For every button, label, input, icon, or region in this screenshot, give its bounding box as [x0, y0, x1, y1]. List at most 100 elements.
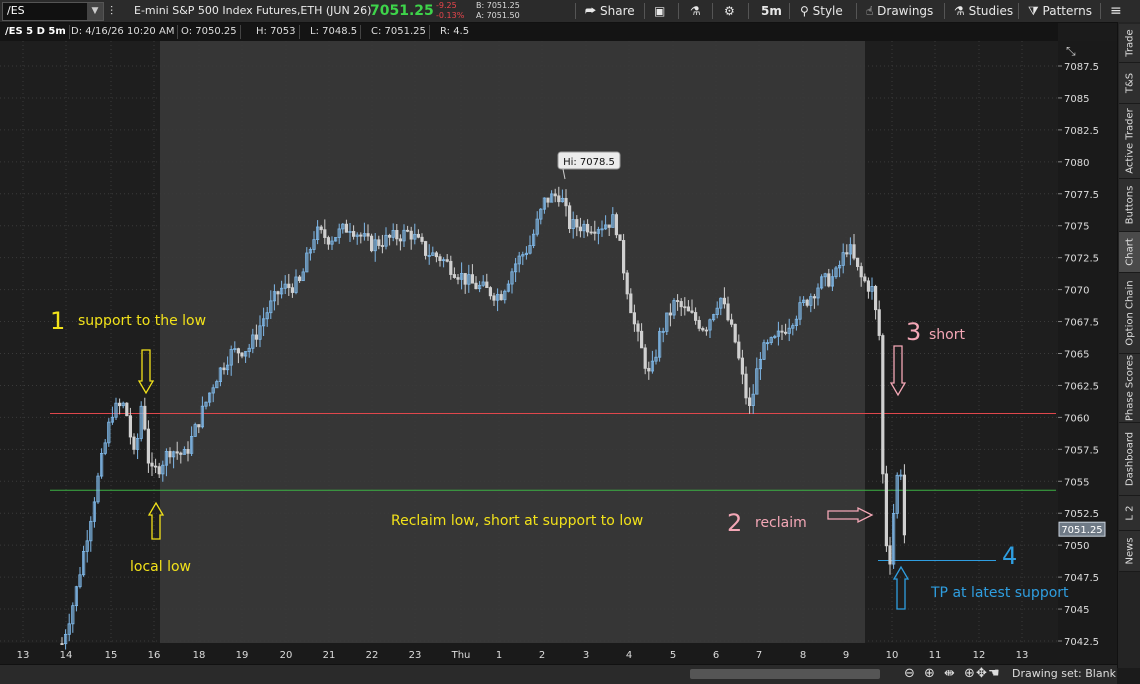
- right-tab-panel: Trade T&S Active Trader Buttons Chart Option …: [1117, 22, 1140, 668]
- candle-body: [287, 283, 291, 289]
- tab-l-2[interactable]: L 2: [1119, 496, 1140, 531]
- horizontal-scrollbar[interactable]: [690, 669, 880, 679]
- studies-button[interactable]: ⚗ Studies: [954, 0, 1013, 22]
- annotation-3-number: 3: [906, 318, 921, 346]
- share-icon: ⮫: [585, 4, 597, 18]
- price-chart[interactable]: 7087.5 7085 7082.5 7080 7077.5 7075 7072.5 7070…: [0, 41, 1117, 664]
- info-range: R: 4.5: [440, 26, 470, 37]
- info-high: H: 7053: [253, 25, 300, 39]
- x-tick-label: 22: [366, 650, 379, 661]
- tab-option-chain[interactable]: Option Chain: [1119, 273, 1140, 354]
- candle-body: [647, 367, 651, 372]
- link-icon[interactable]: ⫶: [110, 0, 113, 22]
- dropdown-arrow-icon[interactable]: ▼: [87, 3, 103, 20]
- candle-body: [881, 335, 885, 475]
- x-tick-label: 4: [626, 650, 632, 661]
- x-tick-label: 10: [886, 650, 899, 661]
- candle-body: [197, 424, 201, 428]
- candle-body: [290, 287, 295, 293]
- hand-icon[interactable]: ☚: [988, 666, 1000, 681]
- candle-body: [607, 224, 611, 228]
- candle-body: [377, 239, 381, 246]
- crosshair-icon[interactable]: ⊕: [964, 666, 975, 681]
- candle-body: [175, 451, 179, 454]
- style-label: Style: [812, 4, 843, 18]
- candle-body: [499, 294, 503, 301]
- y-tick-label: 7062.5: [1064, 381, 1099, 392]
- tab-dashboard[interactable]: Dashboard: [1119, 423, 1140, 496]
- candle-body: [557, 195, 561, 203]
- last-price: 7051.25: [370, 3, 434, 19]
- x-tick-label: 18: [193, 650, 206, 661]
- candle-body: [866, 280, 871, 292]
- candle-body: [726, 303, 730, 321]
- pan-icon[interactable]: ⇼: [944, 666, 955, 681]
- candle-body: [863, 276, 867, 282]
- y-tick-label: 7085: [1064, 94, 1089, 105]
- timeframe-button[interactable]: 5m: [761, 0, 782, 22]
- patterns-button[interactable]: ⧩ Patterns: [1028, 0, 1092, 22]
- candle-body: [405, 229, 410, 232]
- annotation-1-number: 1: [50, 307, 65, 335]
- tab-label: L 2: [1124, 505, 1135, 521]
- tab-phase-scores[interactable]: Phase Scores: [1119, 354, 1140, 423]
- move-icon[interactable]: ✥: [976, 666, 987, 681]
- y-tick-label: 7047.5: [1064, 573, 1099, 584]
- zoom-in-icon[interactable]: ⊕: [924, 666, 935, 681]
- candle-body: [690, 310, 694, 313]
- candle-body: [618, 234, 622, 241]
- candle-body: [748, 397, 752, 407]
- tab-label: Active Trader: [1124, 108, 1135, 174]
- candle-body: [470, 274, 475, 284]
- candle-body: [179, 452, 183, 455]
- y-tick-label: 7055: [1064, 477, 1089, 488]
- zoom-out-icon[interactable]: ⊖: [904, 666, 915, 681]
- tab-active-trader[interactable]: Active Trader: [1119, 104, 1140, 179]
- y-tick-label: 7050: [1064, 541, 1089, 552]
- candle-body: [387, 234, 392, 238]
- x-tick-label: 13: [1016, 650, 1029, 661]
- symbol-input[interactable]: /ES ▼: [2, 2, 104, 21]
- x-tick-label: 23: [409, 650, 422, 661]
- tab-chart[interactable]: Chart: [1119, 232, 1140, 273]
- x-tick-label: 16: [148, 650, 161, 661]
- x-tick-label: 20: [280, 650, 293, 661]
- y-tick-label: 7082.5: [1064, 126, 1099, 137]
- x-tick-label: 5: [670, 650, 676, 661]
- y-tick-label: 7052.5: [1064, 509, 1099, 520]
- candle-body: [737, 341, 741, 359]
- collapse-icon[interactable]: ⤡: [1066, 44, 1076, 58]
- candle-body: [463, 273, 467, 285]
- candle-body: [694, 312, 698, 321]
- menu-icon[interactable]: ≡: [1110, 0, 1122, 22]
- candle-body: [276, 291, 280, 295]
- gear-icon[interactable]: ⚙: [724, 0, 735, 22]
- chart-title: /ES 5 D 5m: [2, 25, 70, 39]
- x-tick-label: 3: [583, 650, 589, 661]
- y-tick-label: 7042.5: [1064, 637, 1099, 648]
- tab-news[interactable]: News: [1119, 531, 1140, 572]
- current-price-label: 7051.25: [1061, 525, 1102, 536]
- candle-body: [780, 330, 784, 333]
- flask-icon[interactable]: ⚗: [690, 0, 701, 22]
- candle-body: [575, 219, 579, 228]
- candle-body: [625, 272, 629, 295]
- tab-t-s[interactable]: T&S: [1119, 63, 1140, 104]
- candle-body: [812, 296, 817, 299]
- instrument-description: E-mini S&P 500 Index Futures,ETH (JUN 26…: [134, 4, 372, 17]
- candle-body: [733, 323, 737, 343]
- share-button[interactable]: ⮫ Share: [585, 0, 635, 22]
- y-tick-label: 7060: [1064, 413, 1089, 424]
- style-button[interactable]: ⚲ Style: [800, 0, 843, 22]
- tab-trade[interactable]: Trade: [1119, 24, 1140, 63]
- candle-body: [474, 282, 478, 290]
- screenshot-icon[interactable]: ▣: [654, 0, 665, 22]
- drawings-button[interactable]: ☝ Drawings: [866, 0, 933, 22]
- x-tick-label: 8: [800, 650, 806, 661]
- annotation-4-number: 4: [1002, 542, 1017, 570]
- candle-body: [856, 257, 860, 267]
- tab-buttons[interactable]: Buttons: [1119, 179, 1140, 232]
- candle-body: [568, 205, 572, 230]
- candle-body: [297, 276, 302, 282]
- y-tick-label: 7065: [1064, 350, 1089, 361]
